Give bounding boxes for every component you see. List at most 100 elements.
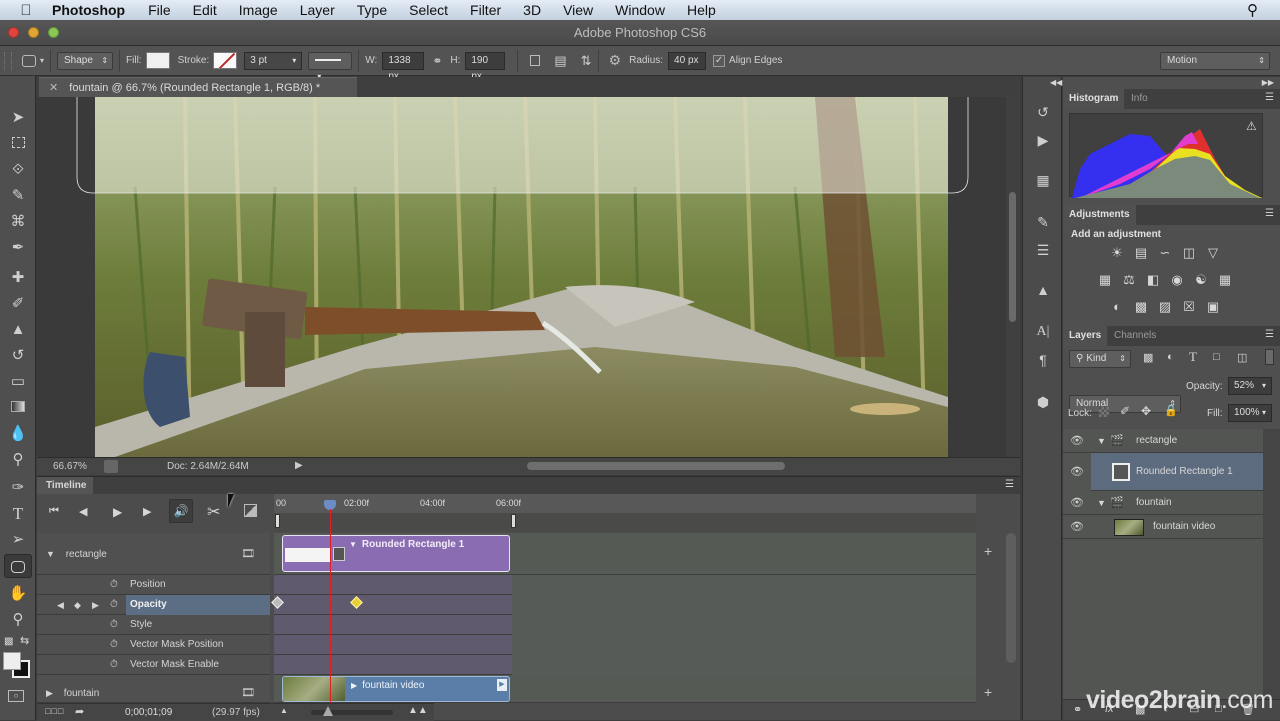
- hue-saturation-icon[interactable]: ▦: [1096, 272, 1114, 288]
- document-tab[interactable]: ✕ fountain @ 66.7% (Rounded Rectangle 1,…: [39, 77, 357, 97]
- filter-toggle-switch[interactable]: [1265, 349, 1274, 365]
- tool-mode-select[interactable]: Shape ⇕: [57, 51, 114, 70]
- rounded-rectangle-tool-icon[interactable]: [4, 554, 32, 578]
- previous-frame-icon[interactable]: ◀‍: [79, 505, 87, 518]
- brush-presets-panel-icon[interactable]: ✎: [1032, 211, 1054, 233]
- lock-position-icon[interactable]: ✥: [1141, 404, 1151, 418]
- clip-rounded-rectangle-1[interactable]: ▼ Rounded Rectangle 1: [282, 535, 510, 572]
- filter-pixel-layers-icon[interactable]: ▩: [1143, 351, 1153, 364]
- property-row-vector-mask-position[interactable]: ⏱ Vector Mask Position: [37, 635, 270, 655]
- options-bar-grip[interactable]: [4, 51, 12, 70]
- healing-brush-tool-icon[interactable]: ✚: [4, 266, 32, 290]
- color-lookup-icon[interactable]: ▦: [1216, 272, 1234, 288]
- lock-all-icon[interactable]: 🔒: [1164, 404, 1178, 417]
- layers-panel-menu-icon[interactable]: ☰: [1265, 329, 1274, 340]
- history-brush-tool-icon[interactable]: ↺: [4, 344, 32, 368]
- lasso-tool-icon[interactable]: ⟐: [4, 158, 32, 182]
- menu-view[interactable]: View: [552, 0, 604, 20]
- adjustments-panel-menu-icon[interactable]: ☰: [1265, 208, 1274, 219]
- clip-fountain-video[interactable]: ▶ fountain video ▶: [282, 676, 510, 702]
- brush-tool-icon[interactable]: ✐: [4, 292, 32, 316]
- pen-tool-icon[interactable]: ✑: [4, 476, 32, 500]
- layer-filter-kind-select[interactable]: ⚲ Kind ⇕: [1069, 350, 1131, 368]
- visibility-eye-icon[interactable]: 👁: [1069, 515, 1085, 539]
- zoom-tool-icon[interactable]: ⚲: [4, 608, 32, 632]
- eyedropper-tool-icon[interactable]: ✒: [4, 236, 32, 260]
- current-time-readout[interactable]: 0;00;01;09: [125, 707, 172, 718]
- geometry-options-gear-icon[interactable]: ⚙: [609, 52, 622, 69]
- path-arrangement-icon[interactable]: ⇅: [581, 53, 592, 69]
- threshold-icon[interactable]: ▨: [1156, 299, 1174, 315]
- menu-app-photoshop[interactable]: Photoshop: [52, 2, 137, 18]
- add-media-plus-icon[interactable]: +: [984, 684, 992, 700]
- menu-window[interactable]: Window: [604, 0, 676, 20]
- zoom-in-mountain-icon[interactable]: ▲▲: [408, 705, 428, 716]
- crop-tool-icon[interactable]: ⌘: [4, 210, 32, 234]
- work-area-start-handle[interactable]: [275, 514, 280, 528]
- stopwatch-icon[interactable]: ⏱: [110, 655, 118, 675]
- selective-color-icon[interactable]: ☒: [1180, 299, 1198, 315]
- property-row-style[interactable]: ⏱ Style: [37, 615, 270, 635]
- shape-width-field[interactable]: 1338 px: [382, 51, 425, 82]
- path-selection-tool-icon[interactable]: ➢: [4, 528, 32, 552]
- character-panel-icon[interactable]: A|: [1032, 321, 1054, 343]
- shape-height-field[interactable]: 190 px: [465, 51, 506, 82]
- mute-audio-icon[interactable]: 🔊: [169, 499, 193, 523]
- filter-smart-objects-icon[interactable]: ◫: [1237, 351, 1247, 364]
- menu-3d[interactable]: 3D: [512, 0, 552, 20]
- link-layers-icon[interactable]: ⚭: [1073, 703, 1082, 716]
- collapse-dock-icon[interactable]: ◀◀: [1050, 78, 1062, 87]
- filter-shape-layers-icon[interactable]: □: [1213, 351, 1220, 363]
- canvas-horizontal-scroll-thumb[interactable]: [527, 462, 785, 470]
- lock-transparent-pixels-icon[interactable]: [1099, 407, 1109, 417]
- track-options-filmstrip-icon[interactable]: 🎞: [241, 533, 255, 575]
- quick-selection-tool-icon[interactable]: ✎: [4, 184, 32, 208]
- collapse-triangle-icon[interactable]: ▼: [46, 549, 55, 559]
- property-row-opacity[interactable]: ◀ ◆ ▶ ⏱ Opacity: [37, 595, 270, 615]
- tab-timeline[interactable]: Timeline: [37, 477, 93, 494]
- stroke-width-field[interactable]: 3 pt ▾: [244, 51, 303, 70]
- actions-panel-icon[interactable]: ▶: [1032, 129, 1054, 151]
- convert-to-frame-animation-icon[interactable]: □□□: [45, 706, 64, 716]
- vibrance-icon[interactable]: ▽: [1204, 245, 1222, 261]
- filter-type-layers-icon[interactable]: T: [1189, 349, 1197, 365]
- visibility-eye-icon[interactable]: 👁: [1069, 491, 1085, 515]
- canvas-area[interactable]: [37, 97, 1020, 457]
- clone-stamp-tool-icon[interactable]: ▲: [4, 318, 32, 342]
- tab-channels[interactable]: Channels: [1108, 326, 1162, 346]
- tool-preset-chevron-icon[interactable]: ▾: [40, 56, 44, 65]
- status-menu-arrow-icon[interactable]: ▶: [295, 460, 303, 471]
- filter-adjustment-layers-icon[interactable]: ◐: [1167, 351, 1174, 363]
- align-edges-checkbox[interactable]: ✓: [713, 54, 726, 67]
- layer-row-fountain-video[interactable]: 👁 fountain video: [1063, 515, 1263, 539]
- curves-icon[interactable]: ∽: [1156, 245, 1174, 261]
- properties-3d-panel-icon[interactable]: ▦: [1032, 169, 1054, 191]
- fill-swatch[interactable]: [145, 52, 170, 69]
- canvas-vertical-scroll-thumb[interactable]: [1009, 192, 1016, 322]
- paragraph-panel-icon[interactable]: ¶: [1032, 349, 1054, 371]
- close-document-icon[interactable]: ✕: [49, 82, 58, 94]
- timeline-zoom-slider[interactable]: [311, 706, 393, 716]
- play-icon[interactable]: ▶: [113, 505, 122, 519]
- history-panel-icon[interactable]: ↺: [1032, 101, 1054, 123]
- gradient-map-icon[interactable]: ▣: [1204, 299, 1222, 315]
- menu-help[interactable]: Help: [676, 0, 727, 20]
- blur-tool-icon[interactable]: 💧: [4, 422, 32, 446]
- layer-row-group-rectangle[interactable]: 👁 ▼ 🎬 rectangle: [1063, 429, 1263, 453]
- eraser-tool-icon[interactable]: ▭: [4, 370, 32, 394]
- visibility-eye-icon[interactable]: 👁: [1063, 453, 1091, 491]
- brush-panel-icon[interactable]: ☰: [1032, 239, 1054, 261]
- visibility-eye-icon[interactable]: 👁: [1069, 429, 1085, 453]
- timeline-ruler[interactable]: 00 02:00f 04:00f 06:00f: [274, 494, 976, 532]
- default-colors-icon[interactable]: ▩: [4, 636, 13, 647]
- move-tool-icon[interactable]: ➤: [4, 106, 32, 130]
- stroke-type-select[interactable]: ▾: [308, 51, 353, 81]
- transition-icon[interactable]: [244, 504, 257, 517]
- swap-colors-icon[interactable]: ⇆: [20, 634, 29, 647]
- expand-triangle-icon[interactable]: ▶: [46, 688, 53, 698]
- go-to-first-frame-icon[interactable]: ⏮: [49, 505, 59, 518]
- color-balance-icon[interactable]: ⚖: [1120, 272, 1138, 288]
- layer-row-group-fountain[interactable]: 👁 ▼ 🎬 fountain: [1063, 491, 1263, 515]
- black-white-icon[interactable]: ◧: [1144, 272, 1162, 288]
- tab-histogram[interactable]: Histogram: [1063, 89, 1125, 109]
